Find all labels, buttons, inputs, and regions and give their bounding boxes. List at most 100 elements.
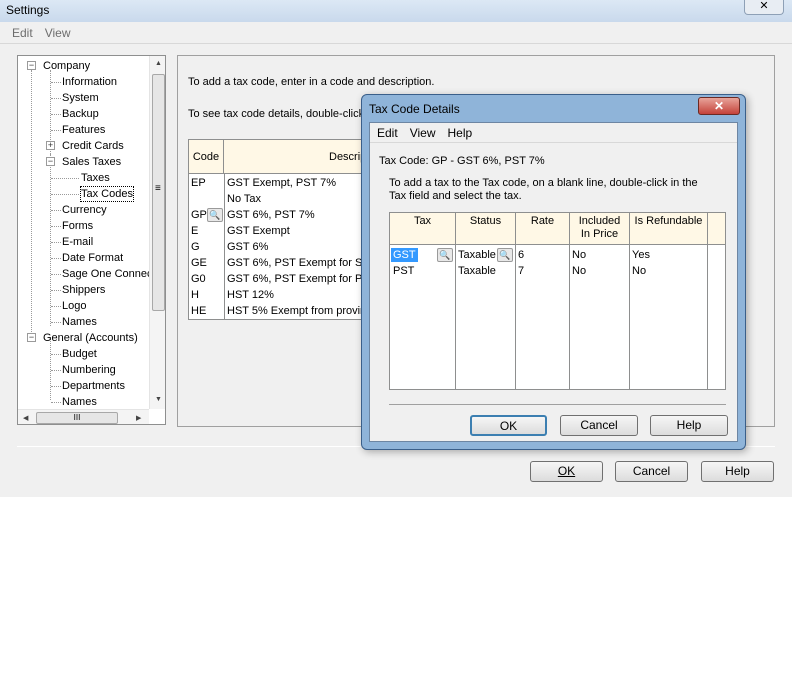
tax-cell[interactable]: PST	[393, 264, 414, 278]
tax-code-details-instruction: To see tax code details, double-click	[188, 108, 365, 120]
tax-codes-table[interactable]: Code Description EP GST Exempt, PST 7% N…	[188, 139, 372, 320]
dialog-menu-edit[interactable]: Edit	[371, 123, 404, 143]
tree-collapse-company[interactable]: −	[27, 61, 36, 70]
dialog-menu-help[interactable]: Help	[441, 123, 478, 143]
tree-item-budget[interactable]: Budget	[62, 347, 97, 361]
tree-item-taxes[interactable]: Taxes	[81, 171, 110, 185]
scroll-up-arrow-icon[interactable]: ▲	[155, 60, 162, 67]
tree-item-logo[interactable]: Logo	[62, 299, 86, 313]
tree-expand-credit-cards[interactable]: +	[46, 141, 55, 150]
tree-item-shippers[interactable]: Shippers	[62, 283, 105, 297]
tax-code-cell[interactable]: E	[191, 223, 198, 239]
included-in-price-cell[interactable]: No	[572, 264, 586, 278]
status-cell[interactable]: Taxable	[458, 264, 496, 278]
is-refundable-cell[interactable]: No	[632, 264, 646, 278]
tree-collapse-sales-taxes[interactable]: −	[46, 157, 55, 166]
rate-cell[interactable]: 6	[518, 248, 524, 262]
tree-item-forms[interactable]: Forms	[62, 219, 93, 233]
tax-description-cell[interactable]: GST 6%	[227, 239, 268, 255]
add-tax-code-instruction: To add a tax code, enter in a code and d…	[188, 76, 435, 88]
tree-item-sage-one-connect[interactable]: Sage One Connect	[62, 267, 156, 281]
tax-description-cell[interactable]: GST Exempt, PST 7%	[227, 175, 336, 191]
title-bar: Settings ✕	[0, 0, 792, 22]
included-in-price-cell[interactable]: No	[572, 248, 586, 262]
tree-collapse-general-accounts[interactable]: −	[27, 333, 36, 342]
tax-code-heading: Tax Code: GP - GST 6%, PST 7%	[379, 155, 545, 167]
tax-description-cell[interactable]: No Tax	[227, 191, 261, 207]
help-button[interactable]: Help	[701, 461, 774, 482]
column-header-included-in-price: Included In Price	[570, 213, 630, 245]
tree-item-numbering[interactable]: Numbering	[62, 363, 116, 377]
table-row[interactable]: H HST 12%	[189, 287, 371, 303]
settings-tree[interactable]: − Company Information System Backup Feat…	[17, 55, 166, 425]
tree-branch	[51, 194, 79, 195]
dialog-help-button[interactable]: Help	[650, 415, 728, 436]
tree-item-tax-codes[interactable]: Tax Codes	[80, 186, 134, 202]
dialog-ok-button[interactable]: OK	[470, 415, 547, 436]
tax-description-cell[interactable]: HST 12%	[227, 287, 274, 303]
tree-item-company[interactable]: Company	[43, 59, 90, 73]
tree-branch	[51, 402, 61, 403]
tree-horizontal-scroll-thumb[interactable]: III	[36, 412, 118, 424]
table-row[interactable]: HE HST 5% Exempt from provinc	[189, 303, 371, 319]
tax-description-cell[interactable]: GST Exempt	[227, 223, 290, 239]
tree-item-email[interactable]: E-mail	[62, 235, 93, 249]
tree-item-names[interactable]: Names	[62, 315, 97, 329]
tree-item-currency[interactable]: Currency	[62, 203, 107, 217]
tree-branch	[51, 370, 61, 371]
magnifier-lookup-icon[interactable]: 🔍	[207, 208, 223, 222]
table-row[interactable]: E GST Exempt	[189, 223, 371, 239]
tax-description-cell[interactable]: GST 6%, PST 7%	[227, 207, 315, 223]
tree-item-date-format[interactable]: Date Format	[62, 251, 123, 265]
table-row[interactable]: G GST 6%	[189, 239, 371, 255]
tax-code-cell[interactable]: GE	[191, 255, 207, 271]
tax-cell-selected[interactable]: GST	[391, 248, 418, 262]
dialog-menu-view[interactable]: View	[404, 123, 442, 143]
tree-item-names-accounts[interactable]: Names	[62, 395, 97, 409]
tax-description-cell[interactable]: GST 6%, PST Exempt for Pu	[227, 271, 368, 287]
window-close-button[interactable]: ✕	[744, 0, 784, 15]
tax-code-cell[interactable]: EP	[191, 175, 206, 191]
tax-details-grid[interactable]: Tax Status Rate Included In Price Is Ref…	[389, 212, 726, 390]
dialog-cancel-button[interactable]: Cancel	[560, 415, 638, 436]
table-row[interactable]: EP GST Exempt, PST 7%	[189, 175, 371, 191]
tax-description-cell[interactable]: GST 6%, PST Exempt for Sa	[227, 255, 368, 271]
tree-item-departments[interactable]: Departments	[62, 379, 125, 393]
tax-lookup-icon[interactable]: 🔍	[437, 248, 453, 262]
tax-code-cell[interactable]: G	[191, 239, 200, 255]
table-row[interactable]: No Tax	[189, 191, 371, 207]
scroll-right-arrow-icon[interactable]: ▶	[136, 414, 141, 422]
tree-item-sales-taxes[interactable]: Sales Taxes	[62, 155, 121, 169]
table-row[interactable]: G0 GST 6%, PST Exempt for Pu	[189, 271, 371, 287]
scroll-left-arrow-icon[interactable]: ◀	[23, 414, 28, 422]
tree-connector-line	[50, 70, 51, 326]
tree-item-system[interactable]: System	[62, 91, 99, 105]
tree-item-backup[interactable]: Backup	[62, 107, 99, 121]
tree-horizontal-scrollbar[interactable]: ◀ III ▶	[18, 409, 149, 424]
table-row[interactable]: GP 🔍 GST 6%, PST 7%	[189, 207, 371, 223]
tax-code-cell[interactable]: GP	[191, 207, 207, 223]
tree-item-general-accounts[interactable]: General (Accounts)	[43, 331, 138, 345]
tax-code-cell[interactable]: G0	[191, 271, 206, 287]
menu-view[interactable]: View	[39, 24, 77, 42]
tree-item-credit-cards[interactable]: Credit Cards	[62, 139, 124, 153]
tree-item-features[interactable]: Features	[62, 123, 105, 137]
is-refundable-cell[interactable]: Yes	[632, 248, 650, 262]
table-row[interactable]: GE GST 6%, PST Exempt for Sa	[189, 255, 371, 271]
tax-code-cell[interactable]: H	[191, 287, 199, 303]
tree-branch	[51, 82, 61, 83]
status-cell[interactable]: Taxable	[458, 248, 496, 262]
tax-code-cell[interactable]: HE	[191, 303, 206, 319]
ok-button[interactable]: OK	[530, 461, 603, 482]
menu-edit[interactable]: Edit	[6, 24, 39, 42]
tree-vertical-scroll-thumb[interactable]: ≡	[152, 74, 165, 311]
tax-description-cell[interactable]: HST 5% Exempt from provinc	[227, 303, 371, 319]
column-header-tax: Tax	[390, 213, 456, 245]
tree-item-information[interactable]: Information	[62, 75, 117, 89]
scroll-down-arrow-icon[interactable]: ▼	[155, 396, 162, 403]
status-lookup-icon[interactable]: 🔍	[497, 248, 513, 262]
cancel-button[interactable]: Cancel	[615, 461, 688, 482]
dialog-close-button[interactable]: ✕	[698, 97, 740, 115]
rate-cell[interactable]: 7	[518, 264, 524, 278]
tree-vertical-scrollbar[interactable]: ▲ ≡ ▼	[149, 56, 165, 409]
